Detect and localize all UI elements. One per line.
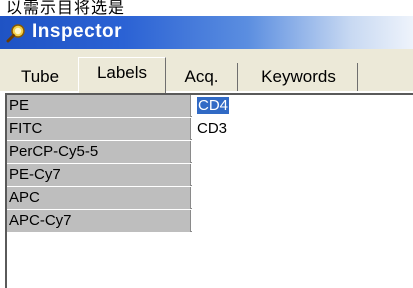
parameter-name-cell: FITC <box>7 118 191 140</box>
grid-row: PE-Cy7 <box>7 164 413 186</box>
selected-label-text[interactable]: CD4 <box>197 97 230 114</box>
labels-grid: PE CD4 FITC CD3 PerCP-Cy5-5 PE-Cy7 APC A… <box>5 93 413 288</box>
grid-row: APC <box>7 187 413 209</box>
inspector-titlebar[interactable]: Inspector <box>0 16 413 49</box>
tab-acq[interactable]: Acq. <box>166 63 238 93</box>
tab-labels[interactable]: Labels <box>78 57 166 93</box>
window-title: Inspector <box>32 21 123 42</box>
parameter-name-cell: PE-Cy7 <box>7 164 191 186</box>
grid-row: PerCP-Cy5-5 <box>7 141 413 163</box>
grid-row: PE CD4 <box>7 95 413 117</box>
tab-keywords[interactable]: Keywords <box>240 63 358 93</box>
magnifier-icon <box>6 24 25 43</box>
tab-keywords-label: Keywords <box>261 67 336 86</box>
parameter-name-cell: PE <box>7 95 191 117</box>
tab-tube-label: Tube <box>20 67 60 86</box>
tab-bar: Tube Labels Acq. Keywords <box>0 49 413 93</box>
parameter-name-cell: PerCP-Cy5-5 <box>7 141 191 163</box>
label-value-cell[interactable]: CD4 <box>192 95 413 117</box>
tab-acq-label: Acq. <box>184 67 219 86</box>
tab-labels-label: Labels <box>96 63 148 82</box>
grid-row: APC-Cy7 <box>7 210 413 232</box>
label-value-cell[interactable]: CD3 <box>192 118 413 140</box>
parameter-name-cell: APC-Cy7 <box>7 210 191 232</box>
grid-row: FITC CD3 <box>7 118 413 140</box>
label-value-cell[interactable] <box>192 164 413 186</box>
tab-tube[interactable]: Tube <box>2 63 78 93</box>
clipped-text: 以需示目将选是 <box>6 0 126 16</box>
label-value-cell[interactable] <box>192 141 413 163</box>
label-value-cell[interactable] <box>192 210 413 232</box>
label-value-cell[interactable] <box>192 187 413 209</box>
clipped-text-strip: 以需示目将选是 <box>0 0 413 16</box>
parameter-name-cell: APC <box>7 187 191 209</box>
